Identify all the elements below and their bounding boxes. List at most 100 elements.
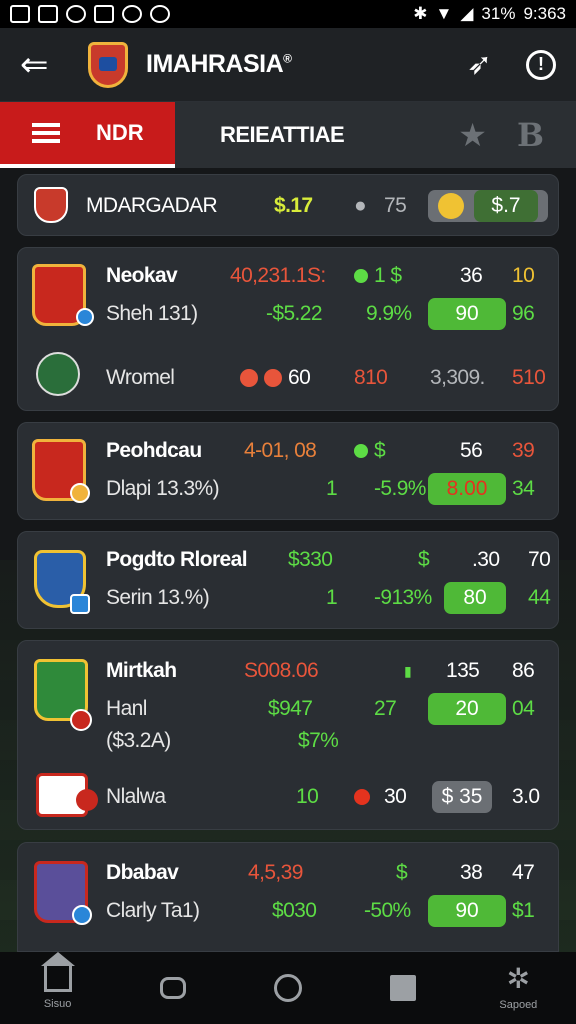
player-stat-3: 34 [512, 477, 535, 500]
nav-home-button[interactable] [243, 974, 333, 1002]
tab-reieattiae[interactable]: REIEATTIAE [175, 102, 345, 168]
player-card[interactable]: Dbabav 4,5,39 $ 38 47 Clarly Ta1) $030 -… [17, 842, 559, 952]
player-stat: .30 [472, 548, 500, 571]
player-name: Peohdcau [106, 439, 202, 462]
tab-ndr[interactable]: NDR [0, 102, 175, 168]
heart-icon [354, 269, 368, 283]
player-card[interactable]: Peohdcau 4-01, 08 $ 56 39 Dlapi 13.3%) 1… [17, 422, 559, 520]
player-change-icon: ▮ [404, 662, 412, 679]
back-arrow-icon[interactable]: ⇐ [20, 48, 60, 82]
summary-name: MDARGADAR [86, 194, 218, 217]
club-stat: 810 [354, 366, 388, 389]
club-badge-icon [34, 187, 68, 223]
player-name: Neokav [106, 264, 178, 287]
player-sub: Sheh 131) [106, 302, 198, 325]
player-stat: 38 [460, 861, 483, 884]
player-price: $330 [288, 548, 333, 571]
heart-icon [354, 444, 368, 458]
record-icon [240, 369, 258, 387]
bluetooth-icon: ✱ [413, 4, 428, 23]
player-change: $ [418, 548, 430, 571]
player-pct: -5.9% [374, 477, 426, 500]
notification-icon [10, 5, 30, 23]
player-change: $ [396, 861, 408, 884]
player-stat-2: 39 [512, 439, 535, 462]
player-stat-2: 10 [512, 264, 535, 287]
notification-icon [66, 5, 86, 23]
signal-icon: ◢ [460, 4, 474, 23]
battery-level: 31% [481, 4, 516, 23]
app-bar: ⇐ IMAHRASIA® ➶ ! [0, 28, 576, 102]
nav-recents[interactable] [358, 975, 448, 1001]
bottom-nav: Sisuo ✲ Sapoed [0, 952, 576, 1024]
player-name: Mirtkah [106, 659, 177, 682]
player-change: $ [354, 431, 386, 471]
club-stat: 30 [354, 777, 407, 817]
player-name: Dbabav [106, 861, 179, 884]
player-price: S008.06 [244, 659, 319, 682]
menu-icon[interactable] [32, 123, 60, 143]
player-price: 40,231.1S: [230, 264, 326, 287]
player-stat-3: 96 [512, 302, 535, 325]
chat-bubble-icon [159, 977, 186, 999]
record-icon [150, 5, 170, 23]
player-card[interactable]: Neokav 40,231.1S: 1 $ 36 10 Sheh 131) -$… [17, 247, 559, 411]
player-change: 1 $ [354, 256, 402, 296]
player-pct: -50% [364, 899, 411, 922]
nav-support[interactable]: ✲ Sapoed [473, 963, 563, 1012]
club-stat-value: 30 [384, 785, 407, 808]
club-value: 60 [288, 366, 311, 389]
club-crest-logo [88, 41, 128, 88]
chat-icon [122, 5, 142, 23]
player-pct: 9.9% [366, 302, 412, 325]
app-title-text: IMAHRASIA [146, 50, 284, 78]
player-price: 4,5,39 [248, 861, 303, 884]
summary-count: 75 [384, 194, 407, 217]
nav-messages[interactable] [128, 977, 218, 999]
player-delta: -$5.22 [266, 302, 323, 325]
bird-icon[interactable]: ➶ [467, 47, 492, 82]
player-sub-2: ($3.2A) [106, 729, 171, 752]
player-change-value: $ [374, 439, 386, 462]
club-stat-2: 510 [512, 366, 546, 389]
club-value: 10 [296, 785, 319, 808]
rating-pill[interactable]: 80 [444, 582, 506, 614]
player-stat-2: 86 [512, 659, 535, 682]
home-icon [40, 952, 75, 992]
app-title: IMAHRASIA® [146, 50, 292, 79]
rating-pill[interactable]: 8.00 [428, 473, 506, 505]
summary-value: $.17 [274, 194, 313, 217]
player-sub: Dlapi 13.3%) [106, 477, 220, 500]
star-icon[interactable]: ★ [458, 116, 487, 154]
player-stat-2: 47 [512, 861, 535, 884]
summary-pill[interactable]: $.7 [428, 190, 548, 222]
price-pill[interactable]: $ 35 [432, 781, 492, 813]
club-total: 3,309. [430, 366, 485, 389]
player-change-value: 1 $ [374, 264, 402, 287]
player-stat: 36 [460, 264, 483, 287]
gear-cluster-icon: ✲ [506, 963, 531, 994]
ball-icon [438, 193, 464, 219]
rating-pill[interactable]: 90 [428, 298, 506, 330]
circle-icon [273, 974, 302, 1002]
rating-pill[interactable]: 90 [428, 895, 506, 927]
player-delta: 1 [326, 586, 338, 609]
player-delta: $030 [272, 899, 317, 922]
alert-icon[interactable]: ! [526, 49, 556, 80]
square-icon [390, 975, 417, 1001]
mail-icon [94, 5, 114, 23]
player-card[interactable]: Pogdto Rloreal $330 $ .30 70 Serin 13.%)… [17, 531, 559, 629]
tab-ndr-label: NDR [96, 120, 144, 145]
club-stat-2: 3.0 [512, 785, 540, 808]
summary-card[interactable]: MDARGADAR $.17 ● 75 $.7 [17, 174, 559, 236]
player-stat: 56 [460, 439, 483, 462]
player-stat: 135 [446, 659, 480, 682]
summary-pill-value: $.7 [474, 190, 538, 222]
player-name: Pogdto Rloreal [106, 548, 248, 571]
clock: 9:363 [523, 4, 566, 23]
tab-b[interactable]: B [517, 116, 544, 154]
player-price: 4-01, 08 [244, 439, 317, 462]
nav-home[interactable]: Sisuo [13, 952, 103, 1010]
player-card[interactable]: Mirtkah S008.06 ▮ 135 86 Hanl $947 27 20… [17, 640, 559, 830]
tab-strip: NDR REIEATTIAE ★ B [0, 102, 576, 168]
